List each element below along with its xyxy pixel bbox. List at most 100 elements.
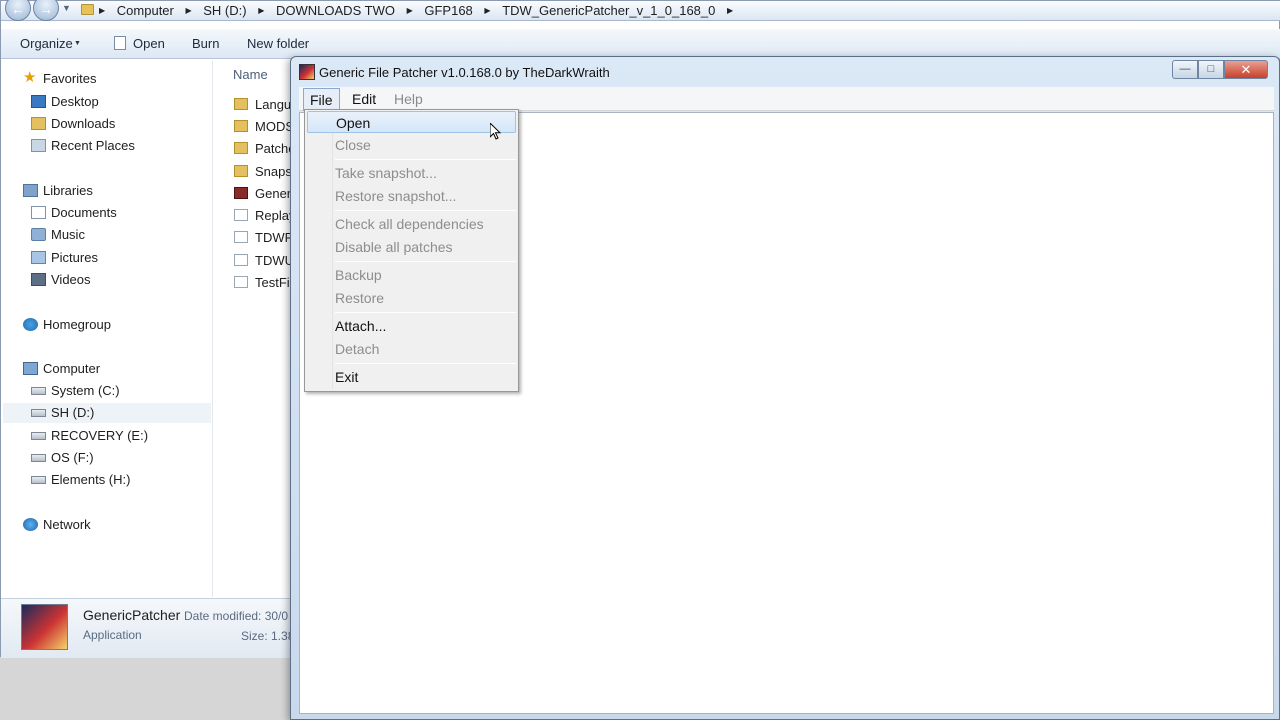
- open-button[interactable]: Open: [133, 36, 165, 51]
- menu-bar: File Edit Help: [299, 87, 1274, 111]
- file-name: Snapsh: [255, 164, 294, 179]
- new-folder-button[interactable]: New folder: [247, 36, 309, 51]
- menu-item-label: Take snapshot...: [335, 165, 437, 181]
- close-icon[interactable]: ✕: [1224, 60, 1268, 79]
- nav-label: Desktop: [51, 94, 99, 109]
- star-icon: ★: [23, 69, 37, 86]
- menu-item-restore-snapshot[interactable]: Restore snapshot...: [307, 185, 516, 207]
- menu-edit[interactable]: Edit: [346, 88, 382, 110]
- menu-separator: [335, 210, 516, 211]
- nav-label: Homegroup: [43, 317, 111, 332]
- menu-separator: [335, 261, 516, 262]
- music-icon: [31, 228, 46, 241]
- text-file-icon: [234, 254, 248, 266]
- computer-icon: [23, 362, 38, 375]
- menu-item-label: Restore: [335, 290, 385, 306]
- menu-item-restore[interactable]: Restore: [307, 287, 516, 309]
- breadcrumb-item[interactable]: Computer: [117, 3, 174, 18]
- menu-item-exit[interactable]: Exit: [307, 366, 516, 388]
- menu-item-detach[interactable]: Detach: [307, 338, 516, 360]
- menu-item-open[interactable]: Open: [307, 111, 516, 133]
- chevron-right-icon[interactable]: ▶: [185, 6, 191, 15]
- menu-item-label: Check all dependencies: [335, 216, 484, 232]
- app-icon[interactable]: [299, 64, 315, 80]
- library-icon: [23, 184, 38, 197]
- column-header-name[interactable]: Name: [233, 67, 268, 82]
- nav-item-sh-d[interactable]: SH (D:): [3, 403, 211, 423]
- details-pane: GenericPatcher Application Date modified…: [1, 598, 294, 658]
- menu-item-backup[interactable]: Backup: [307, 264, 516, 286]
- breadcrumb-item[interactable]: DOWNLOADS TWO: [276, 3, 395, 18]
- desktop-icon: [31, 95, 46, 108]
- history-dropdown-icon[interactable]: ▼: [62, 3, 71, 13]
- burn-button[interactable]: Burn: [192, 36, 219, 51]
- nav-label: Pictures: [51, 250, 98, 265]
- menu-item-close[interactable]: Close: [307, 134, 516, 156]
- nav-label: RECOVERY (E:): [51, 428, 149, 443]
- maximize-icon[interactable]: □: [1198, 60, 1224, 79]
- file-list: Name Langua MODS Patche Snapsh Generi Re…: [214, 61, 294, 597]
- menu-item-disable-all-patches[interactable]: Disable all patches: [307, 236, 516, 258]
- command-bar: Organize ▼ Open Burn New folder: [1, 29, 1280, 59]
- application-icon: [234, 187, 248, 199]
- menu-item-label: Open: [336, 115, 371, 131]
- network-icon: [23, 518, 38, 531]
- chevron-right-icon[interactable]: ▶: [258, 6, 264, 15]
- minimize-icon[interactable]: —: [1172, 60, 1198, 79]
- menu-item-take-snapshot[interactable]: Take snapshot...: [307, 162, 516, 184]
- nav-label: Videos: [51, 272, 91, 287]
- breadcrumb-item[interactable]: TDW_GenericPatcher_v_1_0_168_0: [502, 3, 715, 18]
- menu-item-label: Restore snapshot...: [335, 188, 457, 204]
- file-dropdown-menu: Open Close Take snapshot... Restore snap…: [304, 109, 519, 392]
- folder-icon: [234, 142, 248, 154]
- file-icon: [234, 209, 248, 221]
- menu-item-check-all-dependencies[interactable]: Check all dependencies: [307, 213, 516, 235]
- breadcrumb-item[interactable]: GFP168: [424, 3, 472, 18]
- file-icon: [234, 276, 248, 288]
- chevron-right-icon[interactable]: ▶: [407, 6, 413, 15]
- chevron-right-icon[interactable]: ▶: [484, 6, 490, 15]
- pictures-icon: [31, 251, 46, 264]
- file-name: Langua: [255, 97, 294, 112]
- chevron-down-icon: ▼: [74, 40, 81, 47]
- nav-label: Documents: [51, 205, 117, 220]
- file-name: Generi: [255, 186, 294, 201]
- menu-item-label: Exit: [335, 369, 359, 385]
- drive-icon: [31, 454, 46, 462]
- breadcrumb-item[interactable]: SH (D:): [203, 3, 246, 18]
- nav-label: OS (F:): [51, 450, 94, 465]
- menu-item-label: Disable all patches: [335, 239, 453, 255]
- chevron-right-icon[interactable]: ▶: [727, 6, 733, 15]
- documents-icon: [31, 206, 46, 219]
- downloads-folder-icon: [31, 117, 46, 130]
- folder-icon: [234, 120, 248, 132]
- back-arrow-icon[interactable]: ←: [5, 0, 31, 21]
- file-name: TDWFi: [255, 230, 294, 245]
- text-file-icon: [234, 231, 248, 243]
- chevron-right-icon[interactable]: ▶: [99, 6, 105, 15]
- menu-item-label: Close: [335, 137, 371, 153]
- address-bar[interactable]: ← → ▼ ▶ Computer ▶ SH (D:) ▶ DOWNLOADS T…: [1, 0, 1280, 21]
- file-name: Patche: [255, 141, 294, 156]
- recent-places-icon: [31, 139, 46, 152]
- menu-help[interactable]: Help: [388, 88, 429, 110]
- details-size: Size: 1.38: [241, 629, 295, 643]
- file-name: TDWU: [255, 253, 294, 268]
- folder-icon: [234, 165, 248, 177]
- file-name: MODS: [255, 119, 294, 134]
- menu-item-attach[interactable]: Attach...: [307, 315, 516, 337]
- window-title: Generic File Patcher v1.0.168.0 by TheDa…: [319, 65, 610, 80]
- menu-item-label: Detach: [335, 341, 380, 357]
- open-icon: [114, 36, 126, 50]
- nav-label: Computer: [43, 361, 101, 376]
- menu-file[interactable]: File: [303, 88, 340, 111]
- drive-icon: [31, 409, 46, 417]
- details-file-name: GenericPatcher: [83, 607, 181, 623]
- forward-arrow-icon[interactable]: →: [33, 0, 59, 21]
- menu-item-label: Attach...: [335, 318, 387, 334]
- organize-button[interactable]: Organize: [20, 36, 73, 51]
- nav-label: Favorites: [43, 71, 97, 86]
- drive-icon: [31, 432, 46, 440]
- details-file-type: Application: [83, 628, 142, 642]
- nav-label: Elements (H:): [51, 472, 131, 487]
